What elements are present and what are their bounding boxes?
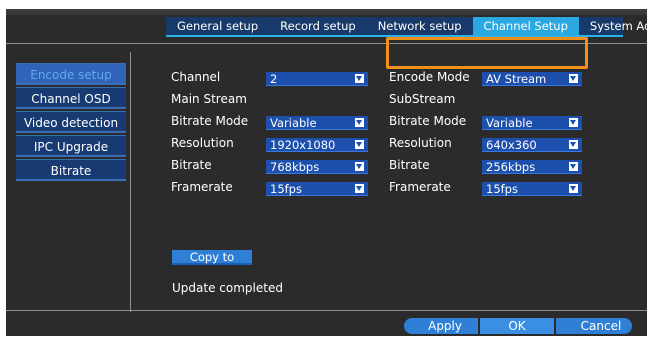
main-framerate-label: Framerate	[171, 180, 233, 194]
encode-mode-label: Encode Mode	[389, 70, 470, 84]
sub-resolution-label: Resolution	[389, 136, 452, 150]
chevron-down-icon	[355, 184, 364, 193]
chevron-down-icon	[569, 74, 578, 83]
sidebar-item-channel-osd[interactable]: Channel OSD	[16, 87, 126, 109]
tab-system-admin[interactable]: System Admin	[579, 17, 654, 35]
copy-to-button[interactable]: Copy to	[172, 250, 252, 265]
sub-resolution-select[interactable]: 640x360	[482, 138, 582, 152]
main-bitrate-value: 768kbps	[270, 160, 320, 174]
vertical-divider	[130, 52, 131, 312]
main-bitrate-mode-value: Variable	[270, 116, 317, 130]
main-bitrate-label: Bitrate	[171, 158, 212, 172]
sidebar-item-video-detection[interactable]: Video detection	[16, 111, 126, 133]
sidebar-item-encode-setup[interactable]: Encode setup	[16, 63, 126, 85]
chevron-down-icon	[355, 162, 364, 171]
main-resolution-select[interactable]: 1920x1080	[266, 138, 368, 152]
sub-stream-title: SubStream	[389, 92, 456, 106]
channel-select-value: 2	[270, 72, 278, 86]
action-buttons: Apply OK Cancel	[404, 318, 632, 334]
ok-button[interactable]: OK	[480, 318, 554, 334]
horizontal-divider	[6, 310, 647, 311]
chevron-down-icon	[569, 118, 578, 127]
sub-bitrate-label: Bitrate	[389, 158, 430, 172]
tab-bar: General setup Record setup Network setup…	[166, 17, 654, 37]
settings-window: General setup Record setup Network setup…	[6, 9, 654, 336]
main-framerate-select[interactable]: 15fps	[266, 182, 368, 196]
encode-mode-select[interactable]: AV Stream	[482, 72, 582, 86]
tab-record-setup[interactable]: Record setup	[269, 17, 367, 35]
chevron-down-icon	[569, 184, 578, 193]
sub-bitrate-mode-value: Variable	[486, 116, 533, 130]
sidebar: Encode setup Channel OSD Video detection…	[16, 63, 126, 183]
main-resolution-label: Resolution	[171, 136, 234, 150]
tab-general-setup[interactable]: General setup	[166, 17, 269, 35]
main-bitrate-select[interactable]: 768kbps	[266, 160, 368, 174]
cancel-button[interactable]: Cancel	[556, 318, 632, 334]
channel-select[interactable]: 2	[266, 72, 368, 86]
main-stream-title: Main Stream	[171, 92, 247, 106]
sub-bitrate-select[interactable]: 256kbps	[482, 160, 582, 174]
chevron-down-icon	[355, 118, 364, 127]
sidebar-item-ipc-upgrade[interactable]: IPC Upgrade	[16, 135, 126, 157]
encode-mode-select-value: AV Stream	[486, 72, 547, 86]
sub-framerate-label: Framerate	[389, 180, 451, 194]
chevron-down-icon	[569, 162, 578, 171]
sub-resolution-value: 640x360	[486, 138, 537, 152]
channel-label: Channel	[171, 70, 221, 84]
main-bitrate-mode-select[interactable]: Variable	[266, 116, 368, 130]
sub-bitrate-mode-label: Bitrate Mode	[389, 114, 467, 128]
chevron-down-icon	[355, 140, 364, 149]
status-text: Update completed	[172, 281, 283, 295]
sidebar-item-bitrate[interactable]: Bitrate	[16, 159, 126, 181]
sub-framerate-value: 15fps	[486, 182, 518, 196]
tab-channel-setup[interactable]: Channel Setup	[472, 17, 579, 35]
main-resolution-value: 1920x1080	[270, 138, 336, 152]
sub-bitrate-mode-select[interactable]: Variable	[482, 116, 582, 130]
chevron-down-icon	[569, 140, 578, 149]
apply-button[interactable]: Apply	[404, 318, 478, 334]
tab-network-setup[interactable]: Network setup	[367, 17, 473, 35]
main-framerate-value: 15fps	[270, 182, 302, 196]
sub-bitrate-value: 256kbps	[486, 160, 536, 174]
main-bitrate-mode-label: Bitrate Mode	[171, 114, 249, 128]
sub-framerate-select[interactable]: 15fps	[482, 182, 582, 196]
encode-mode-highlight	[386, 37, 588, 69]
chevron-down-icon	[355, 74, 364, 83]
